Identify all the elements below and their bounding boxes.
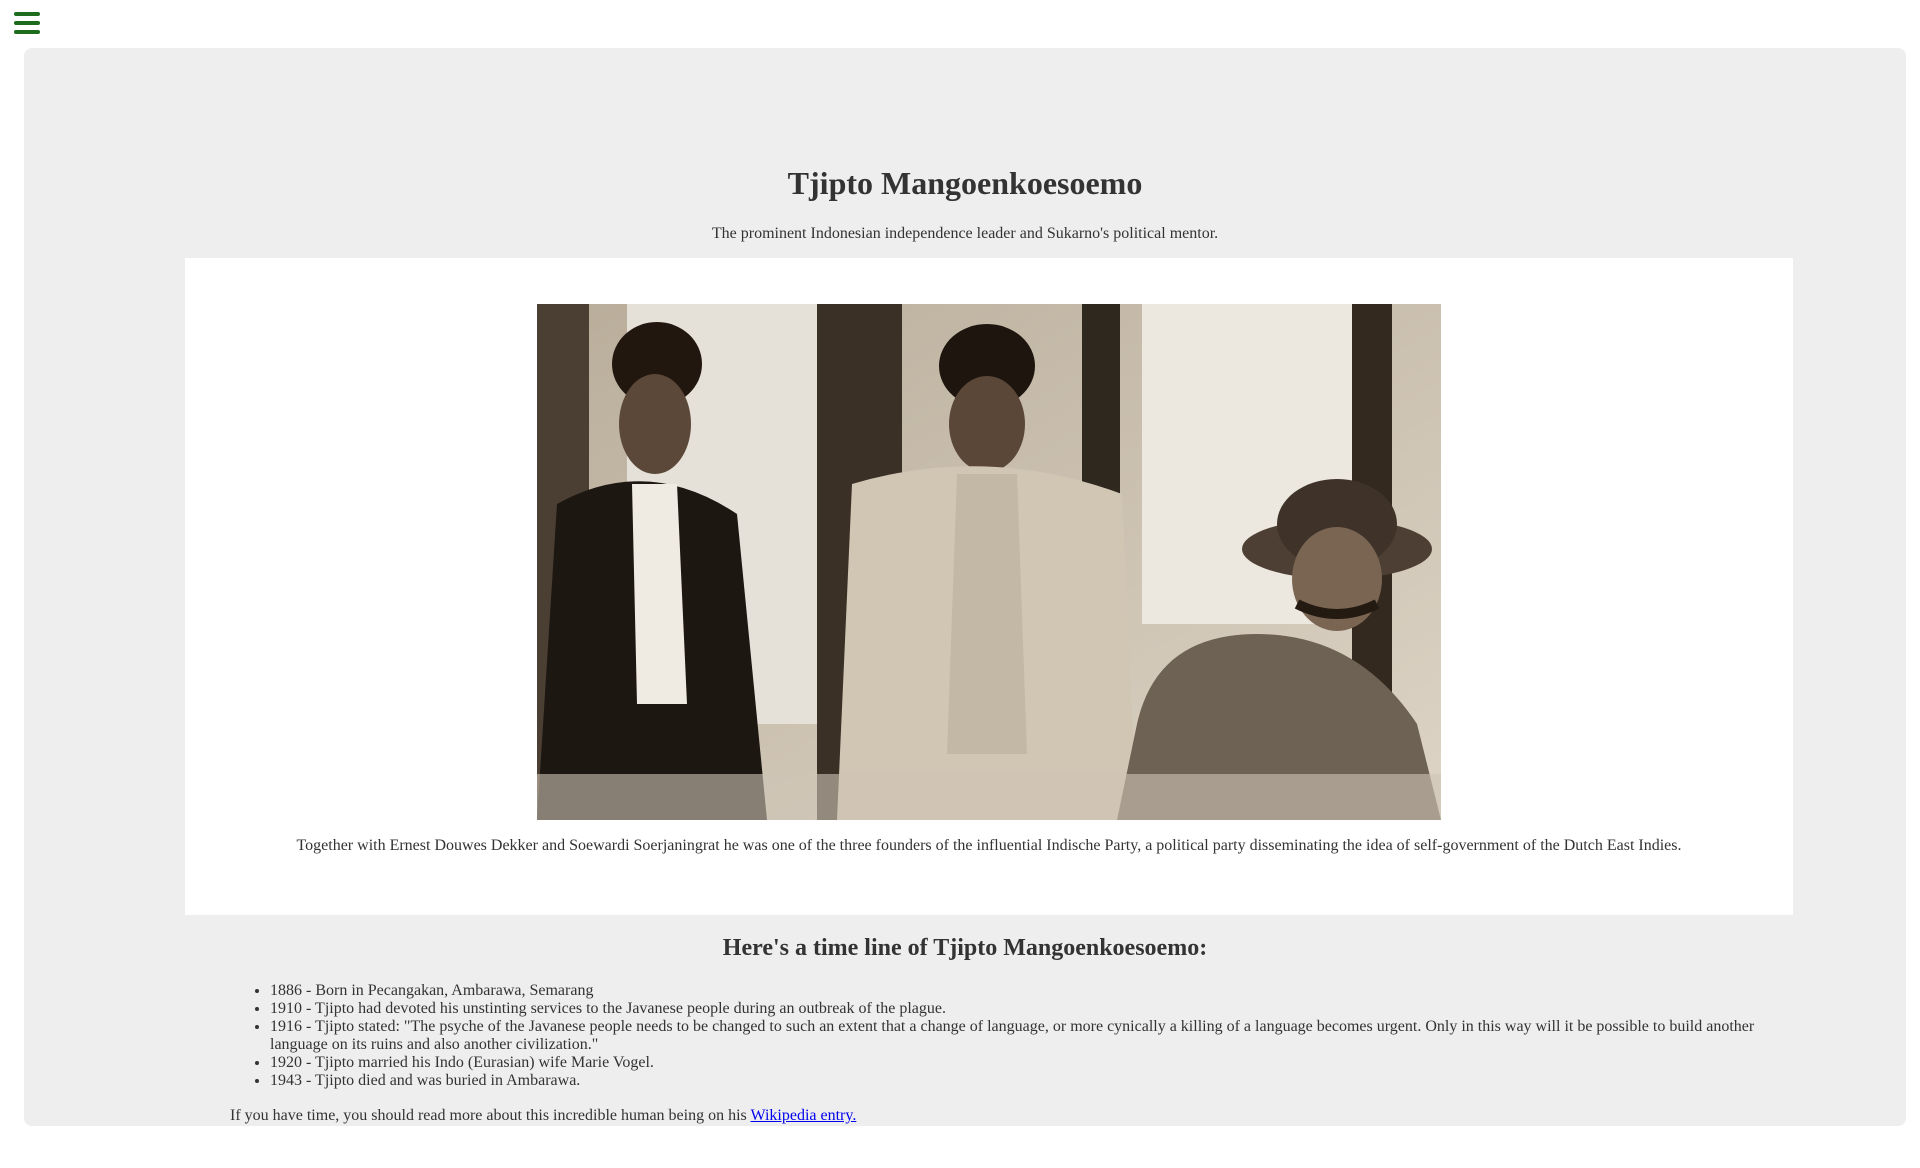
outro-paragraph: If you have time, you should read more a… bbox=[230, 1106, 856, 1126]
timeline-item: 1886 - Born in Pecangakan, Ambarawa, Sem… bbox=[270, 982, 1770, 1000]
page-title: Tjipto Mangoenkoesoemo bbox=[787, 165, 1143, 201]
menu-bar-middle bbox=[14, 21, 40, 25]
timeline-heading: Here's a time line of Tjipto Mangoenkoes… bbox=[722, 935, 1208, 961]
outro-text: If you have time, you should read more a… bbox=[230, 1107, 751, 1124]
wikipedia-link[interactable]: Wikipedia entry. bbox=[750, 1107, 856, 1124]
figure-caption: Together with Ernest Douwes Dekker and S… bbox=[296, 837, 1682, 854]
sepia-photo-illustration bbox=[537, 304, 1441, 820]
tribute-panel: Tjipto Mangoenkoesoemo The prominent Ind… bbox=[24, 48, 1906, 1126]
group-photo bbox=[537, 304, 1441, 820]
page-subtitle: The prominent Indonesian independence le… bbox=[711, 225, 1219, 242]
timeline-item: 1920 - Tjipto married his Indo (Eurasian… bbox=[270, 1054, 1770, 1072]
menu-bar-top bbox=[14, 12, 40, 16]
menu-bar-bottom bbox=[14, 30, 40, 34]
hamburger-menu-icon[interactable] bbox=[14, 12, 40, 34]
timeline-item: 1916 - Tjipto stated: "The psyche of the… bbox=[270, 1018, 1770, 1054]
image-figure: Together with Ernest Douwes Dekker and S… bbox=[185, 258, 1793, 915]
timeline-item: 1943 - Tjipto died and was buried in Amb… bbox=[270, 1072, 1770, 1090]
timeline-list: 1886 - Born in Pecangakan, Ambarawa, Sem… bbox=[230, 982, 1770, 1090]
timeline-item: 1910 - Tjipto had devoted his unstinting… bbox=[270, 1000, 1770, 1018]
